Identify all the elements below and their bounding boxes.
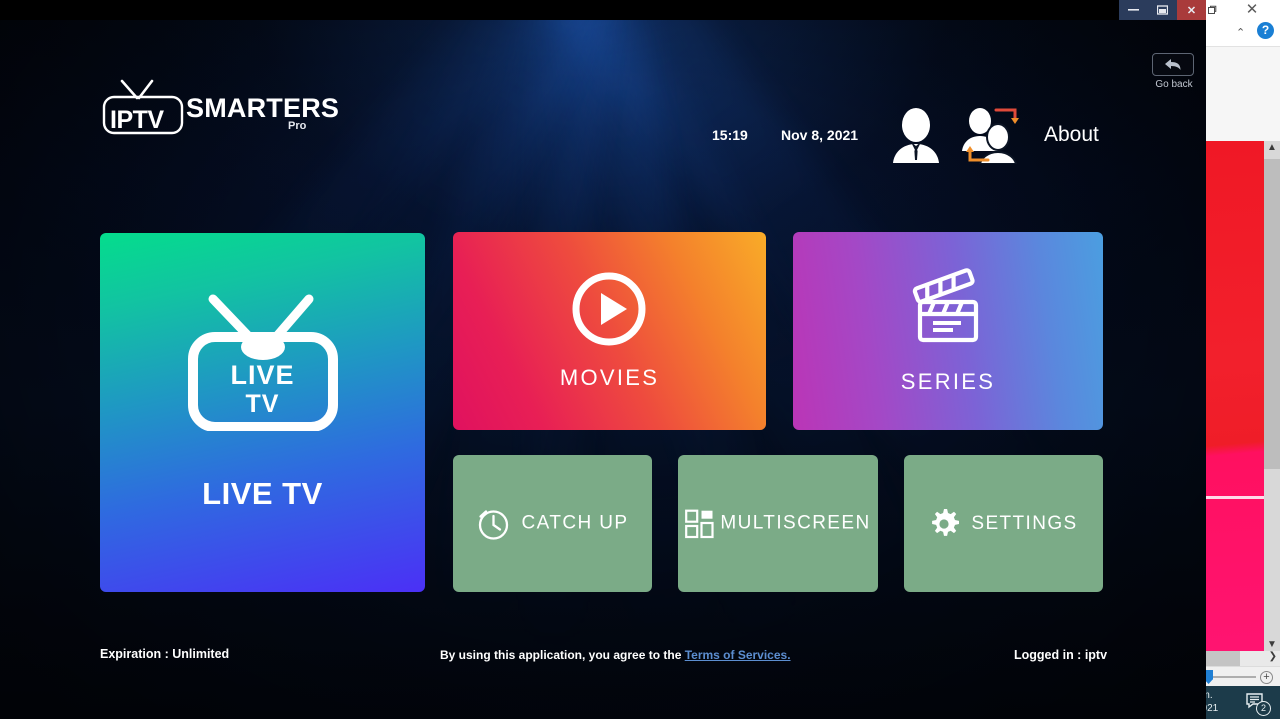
- clapperboard-icon: [912, 268, 979, 343]
- window-controls: ✕: [1119, 0, 1206, 20]
- tile-series-label: SERIES: [900, 369, 996, 394]
- background-horizontal-scrollbar[interactable]: ❯: [1200, 651, 1280, 666]
- close-button[interactable]: ✕: [1177, 0, 1206, 20]
- help-circle-icon[interactable]: ?: [1257, 22, 1274, 39]
- tv-icon-text-tv: TV: [245, 390, 280, 418]
- app-logo: IPTV SMARTERS Pro: [100, 75, 370, 145]
- about-link[interactable]: About: [1044, 123, 1099, 147]
- terms-notice: By using this application, you agree to …: [440, 648, 791, 662]
- scrollbar-thumb[interactable]: [1264, 159, 1280, 469]
- app-titlebar: ✕: [0, 0, 1206, 20]
- scroll-up-arrow-icon[interactable]: ▲: [1267, 142, 1277, 153]
- screen: ✕ ⌃ ? ▲ ▼ ❯ + . m. 2021: [0, 0, 1280, 719]
- app-content: IPTV SMARTERS Pro 15:19 Nov 8, 2021 Abou…: [0, 20, 1206, 719]
- expiration-status: Expiration : Unlimited: [100, 647, 230, 661]
- terms-of-services-link[interactable]: Terms of Services.: [685, 648, 791, 662]
- tile-live-tv-label: LIVE TV: [202, 476, 323, 511]
- tile-series[interactable]: SERIES: [793, 232, 1103, 430]
- tile-settings[interactable]: SETTINGS: [904, 455, 1103, 592]
- notification-badge: 2: [1256, 701, 1271, 716]
- iptv-smarters-app-window: ✕ IPTV SMARTERS Pro 15:19 Nov 8, 2021 Ab…: [0, 0, 1206, 719]
- tile-catch-up-label: CATCH UP: [521, 512, 629, 534]
- back-arrow-icon: [1152, 53, 1194, 76]
- logo-mark-text: IPTV: [110, 106, 164, 134]
- scroll-right-arrow-icon[interactable]: ❯: [1269, 651, 1277, 662]
- chevron-up-icon[interactable]: ⌃: [1236, 26, 1245, 39]
- tile-live-tv[interactable]: LIVE TV LIVE TV: [100, 233, 425, 592]
- tile-movies-label: MOVIES: [559, 365, 660, 390]
- tile-settings-label: SETTINGS: [971, 512, 1078, 534]
- restore-button[interactable]: [1148, 0, 1177, 20]
- go-back-label: Go back: [1155, 79, 1193, 90]
- user-account-icon[interactable]: [890, 108, 942, 163]
- scroll-down-arrow-icon[interactable]: ▼: [1267, 639, 1277, 650]
- tile-catch-up[interactable]: CATCH UP: [453, 455, 652, 592]
- tile-multiscreen[interactable]: MULTISCREEN: [678, 455, 878, 592]
- go-back-button[interactable]: Go back: [1152, 53, 1196, 95]
- logo-sub-text: Pro: [288, 120, 307, 132]
- header-date: Nov 8, 2021: [781, 127, 859, 143]
- background-photo: [1206, 141, 1264, 662]
- close-window-icon[interactable]: ✕: [1244, 2, 1260, 18]
- zoom-in-icon[interactable]: +: [1260, 671, 1273, 684]
- minimize-button[interactable]: [1119, 0, 1148, 20]
- restore-window-icon[interactable]: [1206, 4, 1218, 16]
- tile-multiscreen-label: MULTISCREEN: [720, 512, 871, 534]
- grid-icon: [685, 509, 715, 538]
- gear-icon: [932, 508, 960, 536]
- tile-movies[interactable]: MOVIES: [453, 232, 766, 430]
- hscrollbar-thumb[interactable]: [1200, 651, 1240, 666]
- terms-prefix-text: By using this application, you agree to …: [440, 648, 685, 662]
- header-time: 15:19: [712, 127, 748, 143]
- logged-in-status: Logged in : iptv: [1014, 648, 1108, 662]
- switch-user-icon[interactable]: [960, 106, 1024, 165]
- play-circle-icon: [572, 272, 646, 346]
- background-window-pane: [1200, 46, 1280, 141]
- background-vertical-scrollbar[interactable]: ▲ ▼: [1264, 141, 1280, 651]
- background-window: ✕ ⌃ ? ▲ ▼ ❯ +: [1200, 0, 1280, 700]
- photo-divider: [1206, 496, 1264, 499]
- clock-icon: [478, 509, 508, 540]
- logo-wordmark: SMARTERS: [186, 93, 340, 123]
- tv-icon-text-live: LIVE: [230, 360, 295, 390]
- background-zoom-bar: +: [1200, 666, 1280, 686]
